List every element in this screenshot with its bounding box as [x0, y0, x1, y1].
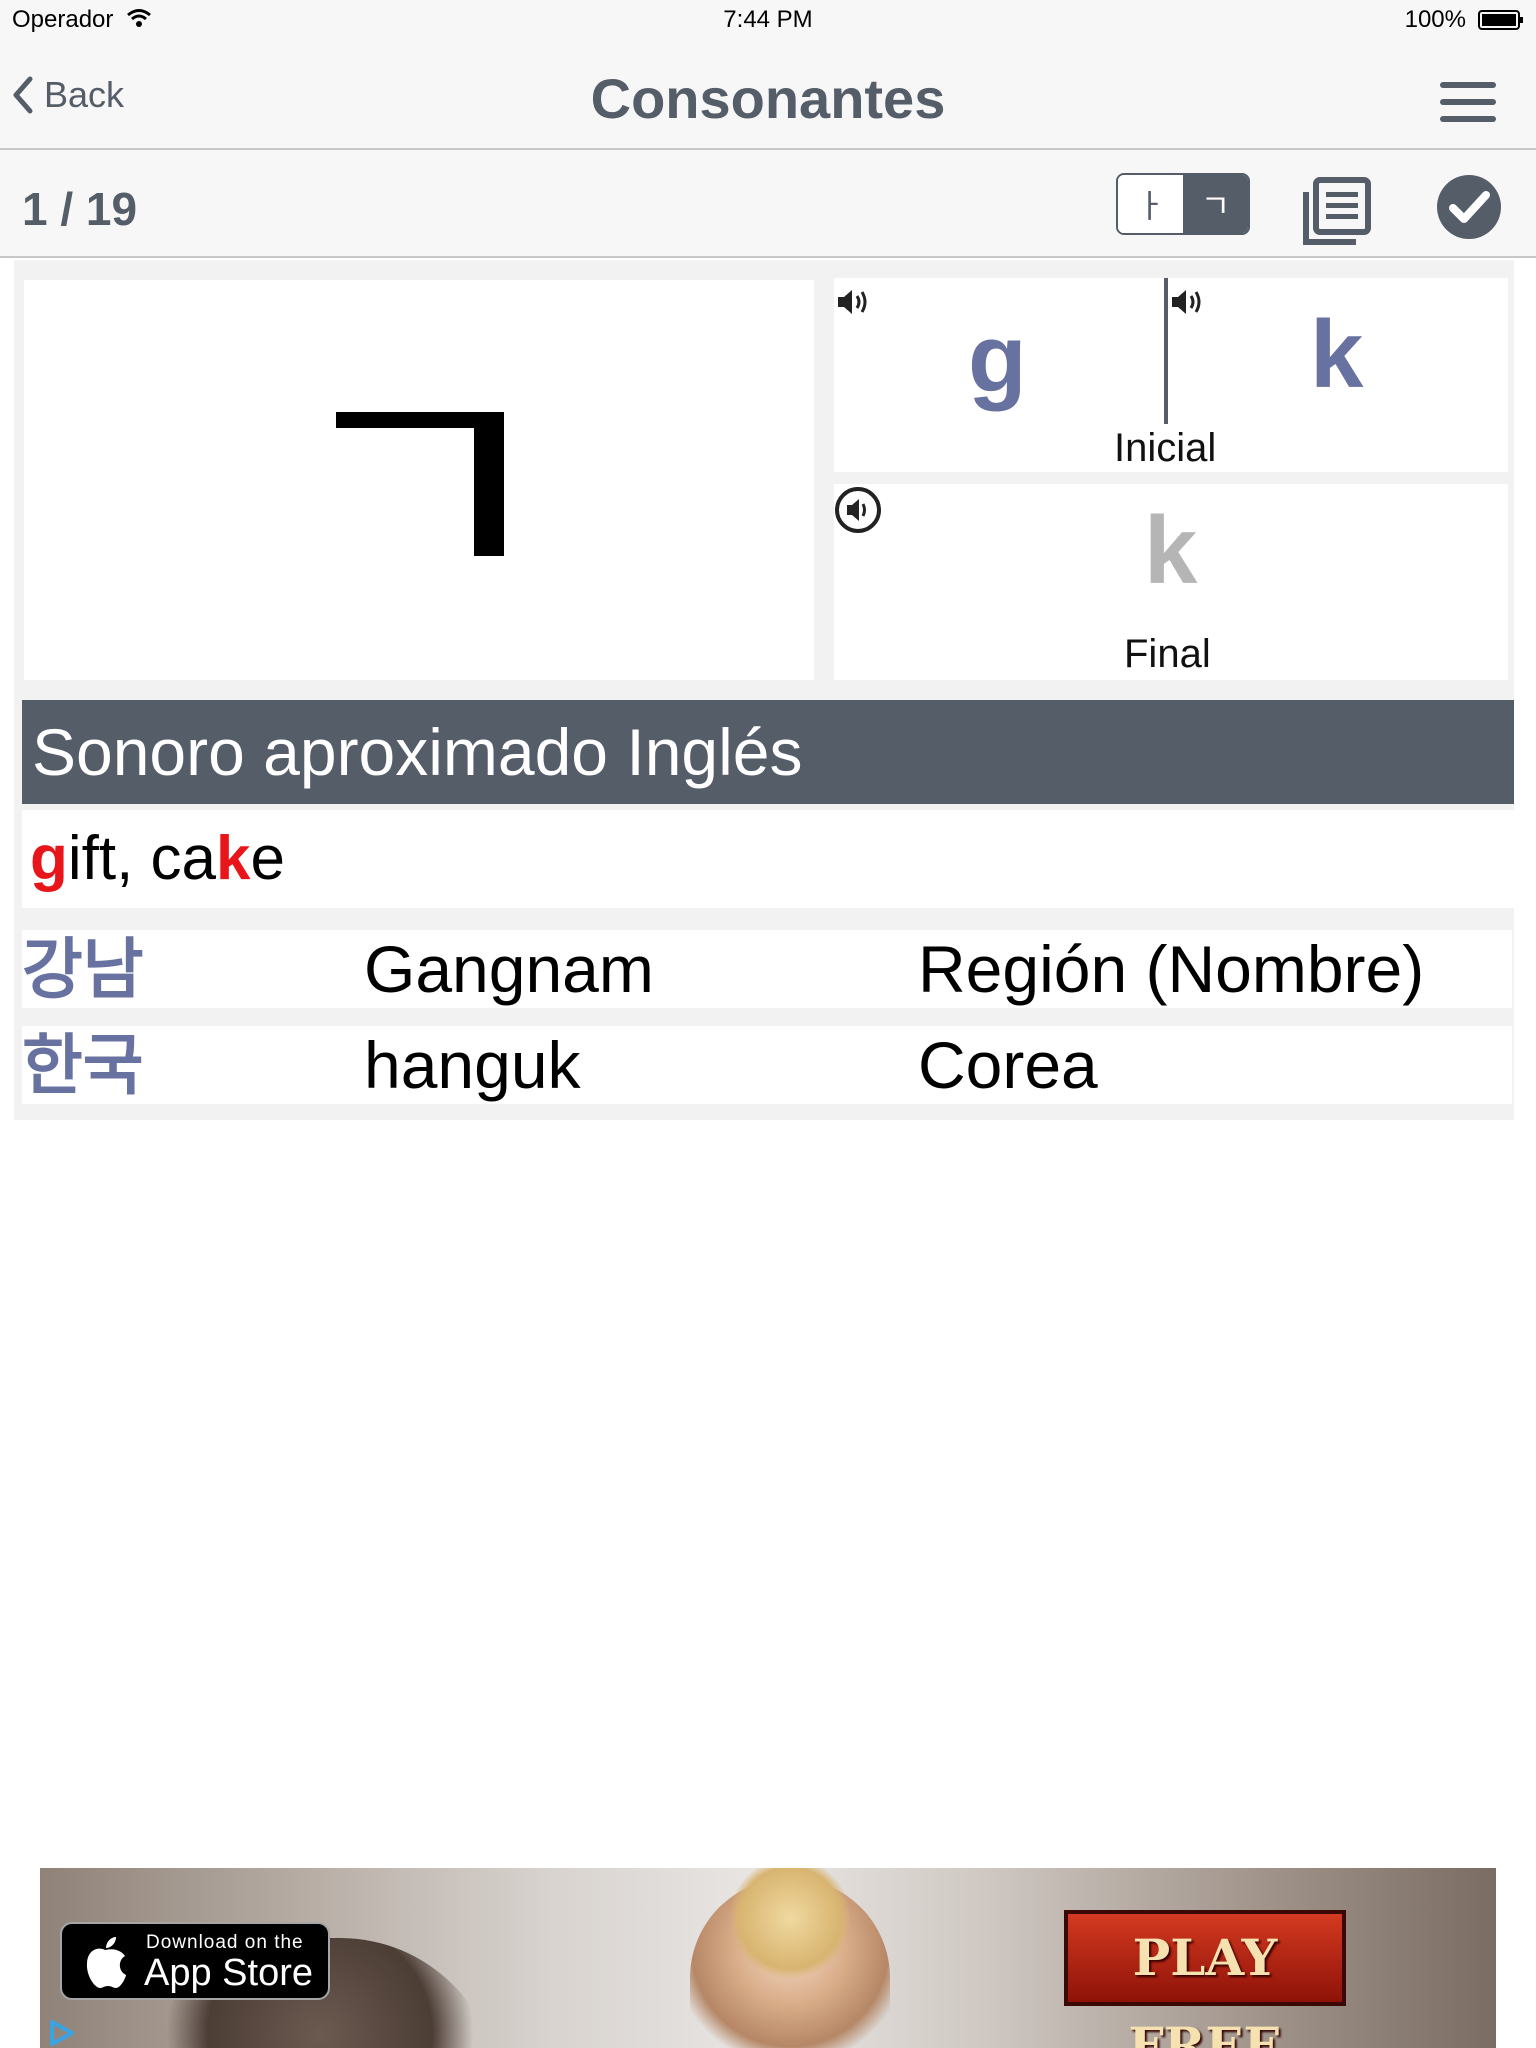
initial-sound-card: g k Inicial — [834, 278, 1508, 472]
word-korean: 한국 — [22, 1028, 144, 1102]
final-sound-card: k Final — [834, 484, 1508, 680]
play-free-button[interactable]: PLAY FREE — [1064, 1910, 1346, 2048]
card-counter: 1 / 19 — [22, 183, 138, 235]
app-store-small-text: Download on the — [146, 1932, 304, 1953]
word-meaning: Corea — [918, 1028, 1098, 1102]
final-letter[interactable]: k — [1144, 496, 1197, 606]
adchoices-icon[interactable] — [46, 2018, 76, 2048]
example-segment-highlight: g — [30, 824, 68, 893]
section-header: Sonoro aproximado Inglés — [22, 700, 1514, 804]
initial-label: Inicial — [1114, 426, 1217, 470]
speaker-muted-icon[interactable] — [834, 486, 882, 534]
app-store-badge[interactable]: Download on the App Store — [60, 1922, 330, 2000]
word-romanized: hanguk — [364, 1028, 581, 1102]
speaker-icon[interactable] — [836, 286, 874, 318]
word-romanized: Gangnam — [364, 932, 654, 1006]
word-meaning: Región (Nombre) — [918, 932, 1425, 1006]
check-icon[interactable] — [1436, 174, 1502, 240]
speaker-icon[interactable] — [1170, 286, 1208, 318]
sound-divider — [1164, 278, 1168, 424]
hamburger-menu-icon[interactable] — [1440, 80, 1496, 124]
final-label: Final — [1124, 632, 1211, 676]
initial-voiced-letter[interactable]: g — [968, 304, 1027, 414]
word-row[interactable]: 강남 Gangnam Región (Nombre) — [22, 930, 1512, 1008]
word-row[interactable]: 한국 hanguk Corea — [22, 1026, 1512, 1104]
hangul-giyeok-glyph — [336, 412, 504, 556]
battery-percent: 100% — [1404, 6, 1466, 33]
segment-vowels[interactable]: ㅏ — [1118, 175, 1183, 233]
status-bar: Operador 7:44 PM 100% — [0, 0, 1536, 40]
page-title: Consonantes — [590, 67, 946, 130]
clock: 7:44 PM — [723, 6, 813, 33]
initial-unvoiced-letter[interactable]: k — [1310, 300, 1363, 410]
segment-consonants[interactable]: ㄱ — [1183, 175, 1248, 233]
apple-icon — [86, 1937, 126, 1988]
word-korean: 강남 — [22, 932, 144, 1006]
battery-icon — [1478, 10, 1523, 30]
example-words: gift, cake — [22, 810, 1514, 908]
example-segment-highlight: k — [216, 824, 251, 893]
character-card — [24, 280, 814, 680]
app-store-big-text: App Store — [144, 1952, 313, 1994]
example-segment: e — [250, 824, 286, 893]
nav-bar: Back Consonantes — [0, 40, 1536, 150]
example-segment: ift, ca — [67, 824, 217, 893]
vowel-consonant-toggle[interactable]: ㅏ ㄱ — [1116, 173, 1250, 235]
toolbar: 1 / 19 ㅏ ㄱ — [0, 150, 1536, 258]
ad-banner[interactable]: Download on the App Store PLAY FREE — [40, 1868, 1496, 2048]
card-list-icon[interactable] — [1302, 176, 1372, 246]
